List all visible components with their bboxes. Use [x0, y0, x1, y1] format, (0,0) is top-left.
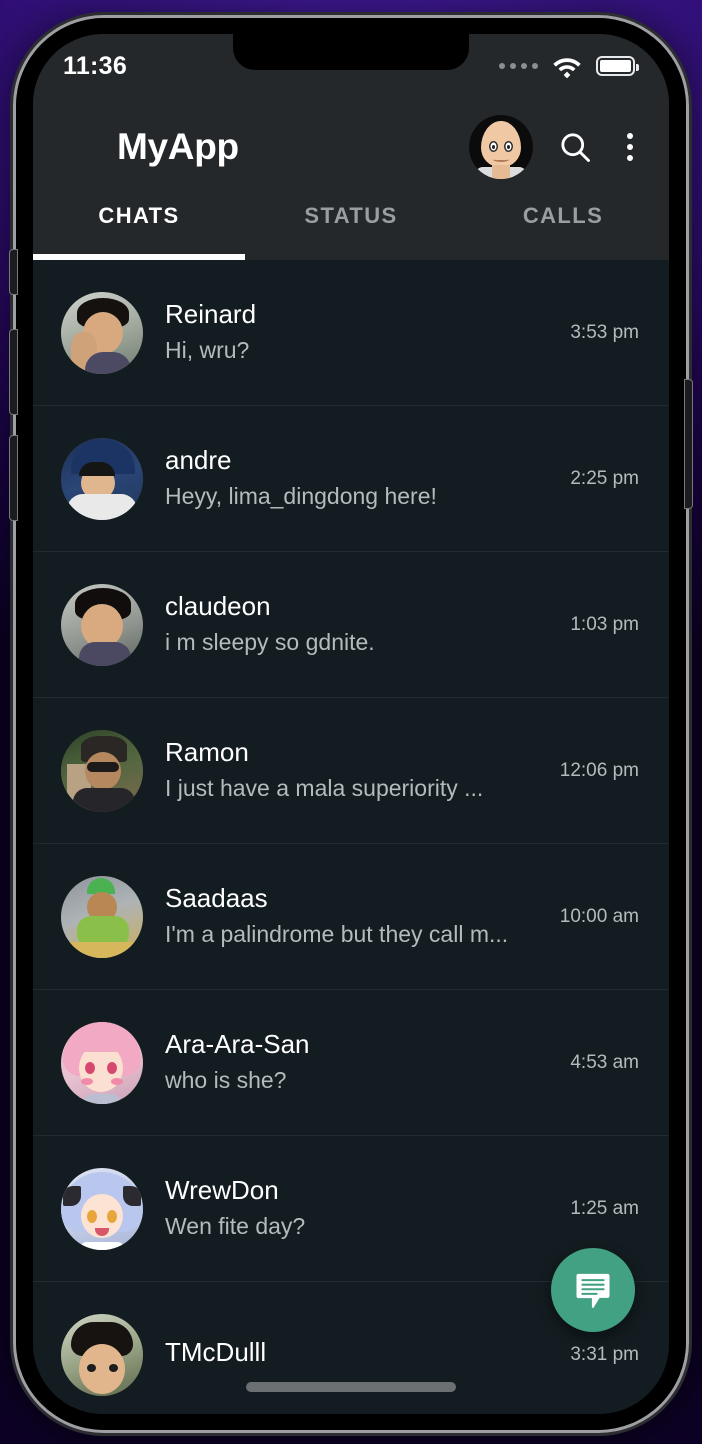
chat-message: Hi, wru? — [165, 337, 250, 364]
chat-name: claudeon — [165, 590, 271, 621]
chat-row-text: Ara-Ara-San who is she? — [143, 1028, 570, 1098]
volume-up-button[interactable] — [10, 330, 17, 414]
avatar — [61, 1021, 143, 1104]
avatar — [61, 729, 143, 812]
app-bar: MyApp — [33, 98, 669, 186]
avatar — [61, 437, 143, 520]
status-bar-clock: 11:36 — [63, 51, 128, 80]
chat-row-text: andre Heyy, lima_dingdong here! — [143, 444, 570, 514]
new-chat-message-icon — [576, 1273, 610, 1308]
profile-avatar[interactable] — [469, 115, 533, 179]
chat-time: 1:03 pm — [570, 613, 639, 635]
avatar — [61, 875, 143, 958]
chat-name: TMcDulll — [165, 1337, 267, 1368]
avatar — [61, 1167, 143, 1250]
chat-name: Reinard — [165, 298, 257, 329]
battery-full-icon — [596, 56, 639, 76]
app-bar-actions — [469, 115, 643, 179]
phone-screen: 11:36 MyApp CHATS STATUS CALLS Reinard H… — [33, 34, 669, 1414]
chat-name: WrewDon — [165, 1174, 279, 1205]
avatar — [61, 291, 143, 374]
chat-time: 3:53 pm — [570, 321, 639, 343]
chat-name: andre — [165, 444, 232, 475]
chat-row-text: Reinard Hi, wru? — [143, 298, 570, 368]
search-button[interactable] — [557, 129, 593, 165]
status-bar-indicators — [499, 55, 639, 78]
chat-row-text: Saadaas I'm a palindrome but they call m… — [143, 882, 560, 952]
chat-message: who is she? — [165, 1067, 287, 1094]
chat-row[interactable]: Ara-Ara-San who is she? 4:53 am — [33, 990, 669, 1136]
tab-status[interactable]: STATUS — [245, 186, 457, 260]
chat-name: Ara-Ara-San — [165, 1028, 310, 1059]
avatar — [61, 583, 143, 666]
chat-row[interactable]: Saadaas I'm a palindrome but they call m… — [33, 844, 669, 990]
chat-message: Heyy, lima_dingdong here! — [165, 483, 437, 510]
search-icon — [561, 133, 590, 162]
tab-chats[interactable]: CHATS — [33, 186, 245, 260]
tab-chats-label: CHATS — [98, 203, 180, 228]
chat-time: 12:06 pm — [559, 759, 639, 781]
chat-row[interactable]: andre Heyy, lima_dingdong here! 2:25 pm — [33, 406, 669, 552]
chat-row[interactable]: claudeon i m sleepy so gdnite. 1:03 pm — [33, 552, 669, 698]
chat-row[interactable]: Ramon I just have a mala superiority ...… — [33, 698, 669, 844]
chat-row-text: WrewDon Wen fite day? — [143, 1174, 570, 1244]
chat-row-text: TMcDulll — [143, 1336, 570, 1373]
chat-time: 4:53 am — [570, 1051, 639, 1073]
chat-message: Wen fite day? — [165, 1213, 306, 1240]
chat-row-text: claudeon i m sleepy so gdnite. — [143, 590, 570, 660]
chat-time: 1:25 am — [570, 1197, 639, 1219]
display-notch — [233, 34, 469, 70]
tab-calls[interactable]: CALLS — [457, 186, 669, 260]
chat-time: 10:00 am — [559, 905, 639, 927]
chat-name: Ramon — [165, 736, 249, 767]
chat-row-text: Ramon I just have a mala superiority ... — [143, 736, 560, 806]
tab-status-label: STATUS — [304, 203, 398, 228]
kebab-menu-icon[interactable] — [617, 129, 643, 165]
chat-name: Saadaas — [165, 882, 268, 913]
chat-message: I'm a palindrome but they call m... — [165, 921, 509, 948]
silent-switch-button[interactable] — [10, 250, 17, 294]
new-chat-fab[interactable] — [551, 1248, 635, 1332]
chat-message: i m sleepy so gdnite. — [165, 629, 375, 656]
tab-bar: CHATS STATUS CALLS — [33, 186, 669, 260]
app-title: MyApp — [117, 126, 239, 167]
chat-message: I just have a mala superiority ... — [165, 775, 484, 802]
chat-row[interactable]: Reinard Hi, wru? 3:53 pm — [33, 260, 669, 406]
chat-time: 2:25 pm — [570, 467, 639, 489]
chat-time: 3:31 pm — [570, 1343, 639, 1365]
chat-list[interactable]: Reinard Hi, wru? 3:53 pm andre Heyy, lim… — [33, 260, 669, 1414]
power-button[interactable] — [685, 380, 692, 508]
wifi-icon — [553, 57, 581, 78]
tab-calls-label: CALLS — [522, 203, 604, 228]
home-indicator[interactable] — [246, 1382, 456, 1392]
avatar — [61, 1313, 143, 1396]
signal-dots-icon — [499, 63, 538, 69]
volume-down-button[interactable] — [10, 436, 17, 520]
